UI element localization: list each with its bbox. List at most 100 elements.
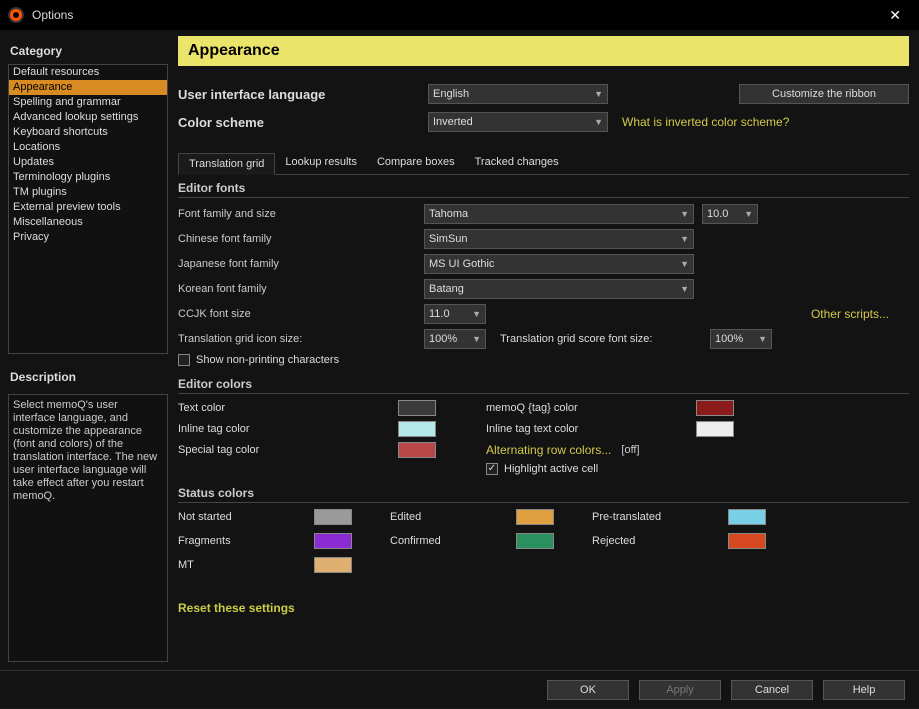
tag-color-swatch[interactable] <box>696 400 734 416</box>
japanese-font-value: MS UI Gothic <box>429 258 494 270</box>
edited-label: Edited <box>390 511 500 523</box>
chevron-down-icon: ▼ <box>680 209 689 219</box>
ccjk-size-select[interactable]: 11.0 ▼ <box>424 304 486 324</box>
japanese-font-label: Japanese font family <box>178 258 424 270</box>
tab-compare-boxes[interactable]: Compare boxes <box>367 152 465 174</box>
category-item[interactable]: External preview tools <box>9 200 167 215</box>
tab-tracked-changes[interactable]: Tracked changes <box>465 152 569 174</box>
window-title: Options <box>32 8 879 22</box>
cancel-button[interactable]: Cancel <box>731 680 813 700</box>
korean-font-label: Korean font family <box>178 283 424 295</box>
status-colors-title: Status colors <box>178 486 909 503</box>
korean-font-value: Batang <box>429 283 464 295</box>
font-family-select[interactable]: Tahoma ▼ <box>424 204 694 224</box>
grid-icon-size-value: 100% <box>429 333 457 345</box>
score-font-select[interactable]: 100% ▼ <box>710 329 772 349</box>
category-item[interactable]: Privacy <box>9 230 167 245</box>
not-started-swatch[interactable] <box>314 509 352 525</box>
japanese-font-select[interactable]: MS UI Gothic ▼ <box>424 254 694 274</box>
score-font-label: Translation grid score font size: <box>500 333 710 345</box>
footer: OK Apply Cancel Help <box>0 670 919 708</box>
inline-text-swatch[interactable] <box>696 421 734 437</box>
inline-tag-swatch[interactable] <box>398 421 436 437</box>
tab-translation-grid[interactable]: Translation grid <box>178 153 275 175</box>
chinese-font-select[interactable]: SimSun ▼ <box>424 229 694 249</box>
korean-font-select[interactable]: Batang ▼ <box>424 279 694 299</box>
fragments-label: Fragments <box>178 535 298 547</box>
fragments-swatch[interactable] <box>314 533 352 549</box>
ok-button[interactable]: OK <box>547 680 629 700</box>
category-item[interactable]: Advanced lookup settings <box>9 110 167 125</box>
confirmed-label: Confirmed <box>390 535 500 547</box>
category-listbox[interactable]: Default resourcesAppearanceSpelling and … <box>8 64 168 354</box>
category-item[interactable]: Terminology plugins <box>9 170 167 185</box>
app-icon <box>8 7 24 23</box>
color-scheme-label: Color scheme <box>178 115 428 130</box>
chevron-down-icon: ▼ <box>744 209 753 219</box>
font-size-value: 10.0 <box>707 208 728 220</box>
not-started-label: Not started <box>178 511 298 523</box>
text-color-label: Text color <box>178 402 398 414</box>
chevron-down-icon: ▼ <box>680 259 689 269</box>
highlight-checkbox[interactable]: ✓ <box>486 463 498 475</box>
customize-ribbon-button[interactable]: Customize the ribbon <box>739 84 909 104</box>
rejected-label: Rejected <box>592 535 712 547</box>
special-tag-label: Special tag color <box>178 444 398 456</box>
alt-rows-state: [off] <box>621 444 639 456</box>
titlebar: Options ✕ <box>0 0 919 30</box>
font-family-value: Tahoma <box>429 208 468 220</box>
category-item[interactable]: Default resources <box>9 65 167 80</box>
description-text: Select memoQ's user interface language, … <box>8 394 168 662</box>
mt-swatch[interactable] <box>314 557 352 573</box>
category-item[interactable]: Miscellaneous <box>9 215 167 230</box>
font-family-label: Font family and size <box>178 208 424 220</box>
nonprinting-label: Show non-printing characters <box>196 354 339 366</box>
chevron-down-icon: ▼ <box>472 309 481 319</box>
chinese-font-value: SimSun <box>429 233 468 245</box>
category-item[interactable]: Updates <box>9 155 167 170</box>
grid-icon-size-select[interactable]: 100% ▼ <box>424 329 486 349</box>
other-scripts-link[interactable]: Other scripts... <box>811 307 889 321</box>
category-item[interactable]: Locations <box>9 140 167 155</box>
tabs: Translation gridLookup resultsCompare bo… <box>178 152 909 175</box>
mt-label: MT <box>178 559 298 571</box>
edited-swatch[interactable] <box>516 509 554 525</box>
close-icon[interactable]: ✕ <box>879 3 911 28</box>
editor-fonts-title: Editor fonts <box>178 181 909 198</box>
pretranslated-label: Pre-translated <box>592 511 712 523</box>
text-color-swatch[interactable] <box>398 400 436 416</box>
inverted-help-link[interactable]: What is inverted color scheme? <box>622 115 789 129</box>
inline-text-label: Inline tag text color <box>486 423 696 435</box>
category-item[interactable]: Appearance <box>9 80 167 95</box>
color-scheme-select[interactable]: Inverted ▼ <box>428 112 608 132</box>
chinese-font-label: Chinese font family <box>178 233 424 245</box>
color-scheme-value: Inverted <box>433 116 473 128</box>
chevron-down-icon: ▼ <box>758 334 767 344</box>
help-button[interactable]: Help <box>823 680 905 700</box>
chevron-down-icon: ▼ <box>472 334 481 344</box>
special-tag-swatch[interactable] <box>398 442 436 458</box>
confirmed-swatch[interactable] <box>516 533 554 549</box>
page-title: Appearance <box>178 36 909 66</box>
ui-language-label: User interface language <box>178 87 428 102</box>
nonprinting-checkbox[interactable] <box>178 354 190 366</box>
editor-colors-title: Editor colors <box>178 377 909 394</box>
tag-color-label: memoQ {tag} color <box>486 402 696 414</box>
grid-icon-size-label: Translation grid icon size: <box>178 333 424 345</box>
rejected-swatch[interactable] <box>728 533 766 549</box>
alt-rows-link[interactable]: Alternating row colors... <box>486 443 611 457</box>
description-label: Description <box>8 364 168 390</box>
category-item[interactable]: Keyboard shortcuts <box>9 125 167 140</box>
category-item[interactable]: TM plugins <box>9 185 167 200</box>
chevron-down-icon: ▼ <box>680 234 689 244</box>
font-size-select[interactable]: 10.0 ▼ <box>702 204 758 224</box>
ui-language-select[interactable]: English ▼ <box>428 84 608 104</box>
tab-lookup-results[interactable]: Lookup results <box>275 152 367 174</box>
category-item[interactable]: Spelling and grammar <box>9 95 167 110</box>
ccjk-size-label: CCJK font size <box>178 308 424 320</box>
reset-settings-link[interactable]: Reset these settings <box>178 601 909 615</box>
chevron-down-icon: ▼ <box>680 284 689 294</box>
inline-tag-label: Inline tag color <box>178 423 398 435</box>
apply-button[interactable]: Apply <box>639 680 721 700</box>
pretranslated-swatch[interactable] <box>728 509 766 525</box>
